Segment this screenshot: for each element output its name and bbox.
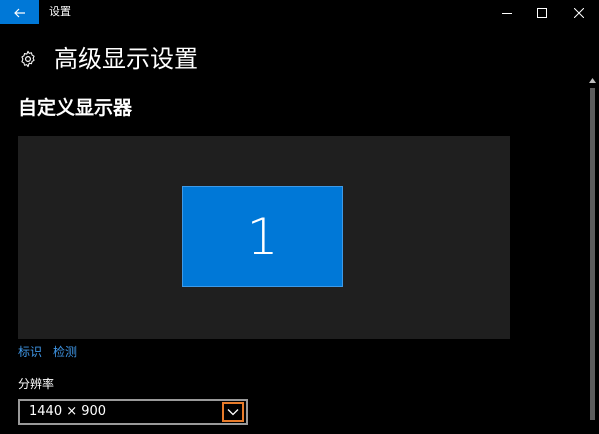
detect-link[interactable]: 检测 [53,344,77,360]
scroll-up-icon[interactable] [586,74,599,86]
display-links: 标识 检测 [18,344,77,360]
minimize-icon [502,3,512,22]
page-header: 高级显示设置 [18,44,198,74]
page-title: 高级显示设置 [54,45,198,73]
monitor-number: 1 [246,207,279,266]
section-title: 自定义显示器 [18,97,133,119]
resolution-value: 1440 × 900 [29,404,107,419]
vertical-scrollbar[interactable] [586,74,599,434]
maximize-icon [537,3,547,22]
close-icon [573,3,585,22]
close-button[interactable] [562,0,596,24]
maximize-button[interactable] [525,0,559,24]
display-arrangement-area: 1 [18,136,510,339]
resolution-dropdown[interactable]: 1440 × 900 [18,399,248,425]
back-arrow-icon [13,3,26,22]
window-title: 设置 [49,5,71,18]
resolution-label: 分辨率 [18,377,55,391]
gear-icon [18,49,38,69]
monitor-tile[interactable]: 1 [182,186,343,287]
back-button[interactable] [0,0,39,24]
minimize-button[interactable] [490,0,524,24]
chevron-down-icon[interactable] [222,402,244,422]
identify-link[interactable]: 标识 [18,344,42,360]
title-bar: 设置 [0,0,599,24]
scrollbar-thumb[interactable] [590,88,595,420]
